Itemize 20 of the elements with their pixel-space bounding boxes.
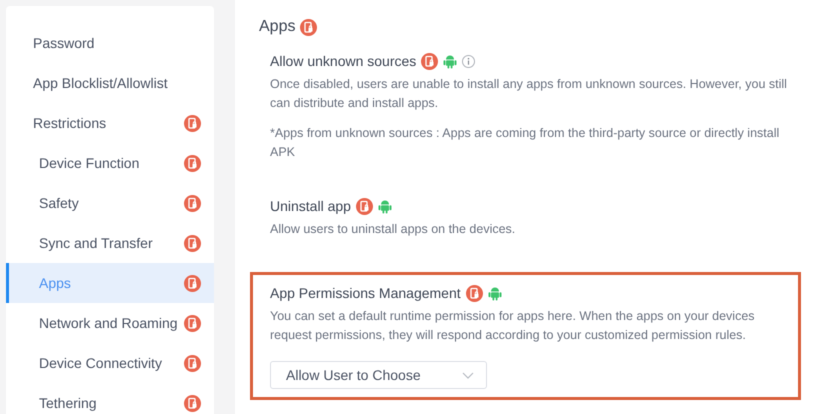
sidebar-item[interactable]: Network and Roaming xyxy=(6,303,214,343)
sidebar-item[interactable]: App Blocklist/Allowlist xyxy=(6,63,214,103)
sidebar-item[interactable]: Device Connectivity xyxy=(6,343,214,383)
setting-description: *Apps from unknown sources : Apps are coming from the third-party source or directly install APK xyxy=(270,125,780,161)
setting-title: Uninstall app xyxy=(270,198,351,214)
sidebar-item[interactable]: Password xyxy=(6,23,214,63)
sidebar-item[interactable]: Restrictions xyxy=(6,103,214,143)
section-title: Apps xyxy=(259,18,296,36)
chevron-down-icon xyxy=(462,372,474,378)
setting-description: You can set a default runtime permission for apps here. When the apps on your devices request permissions, they will respond according to your customized permission rules. xyxy=(270,308,756,344)
setting-description: Allow users to uninstall apps on the devices. xyxy=(270,221,516,238)
setting-title: App Permissions Management xyxy=(270,285,461,301)
sidebar-item[interactable]: Device Function xyxy=(6,143,214,183)
setting-title: Allow unknown sources xyxy=(270,53,416,69)
info-icon[interactable] xyxy=(462,54,476,68)
sidebar-item[interactable]: Safety xyxy=(6,183,214,223)
permission-dropdown[interactable]: Allow User to Choose xyxy=(270,361,487,389)
sidebar-item[interactable]: Sync and Transfer xyxy=(6,223,214,263)
sidebar-item[interactable]: Tethering xyxy=(6,383,214,414)
setting-description: Once disabled, users are unable to install any apps from unknown sources. However, you still can distribute and install apps. xyxy=(270,76,788,112)
